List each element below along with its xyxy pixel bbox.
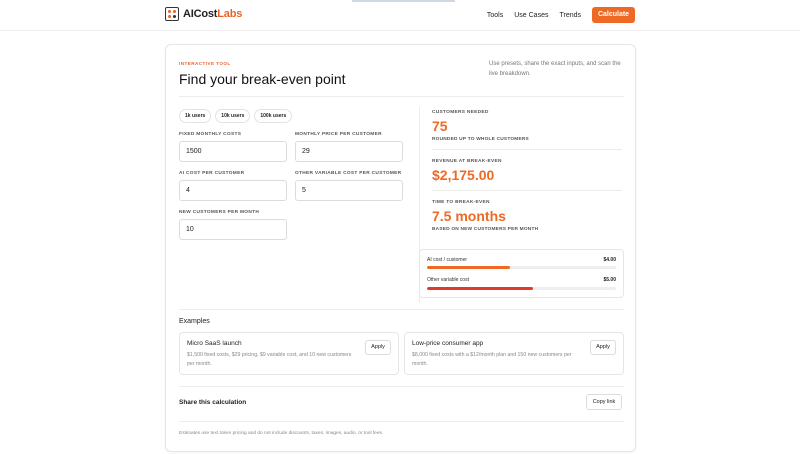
price-label: MONTHLY PRICE PER CUSTOMER — [295, 132, 382, 137]
price-input[interactable]: 29 — [295, 141, 403, 162]
time-label: TIME TO BREAK-EVEN — [432, 200, 490, 205]
preset-100k-users[interactable]: 100k users — [254, 109, 293, 123]
footnote-divider — [179, 421, 624, 422]
nav-use-cases[interactable]: Use Cases — [514, 12, 548, 19]
apply-button[interactable]: Apply — [590, 340, 616, 355]
revenue-label: REVENUE AT BREAK-EVEN — [432, 159, 502, 164]
example-card-micro-saas[interactable]: Micro SaaS launch $1,500 fixed costs, $2… — [179, 332, 399, 375]
calculator-card: INTERACTIVE TOOL Find your break-even po… — [165, 44, 636, 452]
apply-button[interactable]: Apply — [365, 340, 391, 355]
logo-icon — [165, 7, 179, 21]
revenue-value: $2,175.00 — [432, 167, 495, 183]
example-card-consumer-app[interactable]: Low-price consumer app $8,000 fixed cost… — [404, 332, 624, 375]
example-description: $1,500 fixed costs, $29 pricing, $9 vari… — [187, 352, 352, 367]
example-title: Low-price consumer app — [412, 340, 484, 347]
new-customers-input[interactable]: 10 — [179, 219, 287, 240]
preset-1k-users[interactable]: 1k users — [179, 109, 212, 123]
new-customers-label: NEW CUSTOMERS PER MONTH — [179, 210, 260, 215]
header-divider — [179, 96, 624, 97]
other-cost-input[interactable]: 5 — [295, 180, 403, 201]
logo[interactable]: AICostLabs — [165, 7, 242, 21]
example-title: Micro SaaS launch — [187, 340, 242, 347]
examples-divider — [179, 309, 624, 310]
time-note: BASED ON NEW CUSTOMERS PER MONTH — [432, 227, 539, 232]
stat-divider-1 — [432, 149, 622, 150]
fixed-costs-input[interactable]: 1500 — [179, 141, 287, 162]
nav-tools[interactable]: Tools — [487, 12, 503, 19]
time-value: 7.5 months — [432, 208, 506, 224]
cost-breakdown: AI cost / customer $4.00 Other variable … — [419, 249, 624, 298]
share-title: Share this calculation — [179, 399, 247, 406]
breakdown-other-bar-track — [427, 287, 616, 290]
breakdown-ai-bar-track — [427, 266, 616, 269]
breakdown-other-amount: $5.00 — [603, 277, 616, 283]
footnote: Estimates use text token pricing and do … — [179, 431, 384, 436]
stat-divider-2 — [432, 190, 622, 191]
main-nav: Tools Use Cases Trends Calculate — [487, 7, 635, 23]
intro-text: Use presets, share the exact inputs, and… — [489, 61, 621, 77]
calculate-button[interactable]: Calculate — [592, 7, 635, 23]
preset-group: 1k users 10k users 100k users — [179, 109, 296, 123]
example-description: $8,000 fixed costs with a $12/month plan… — [412, 352, 572, 367]
fixed-costs-label: FIXED MONTHLY COSTS — [179, 132, 242, 137]
page-title: Find your break-even point — [179, 71, 346, 87]
customers-needed-value: 75 — [432, 118, 448, 134]
breakdown-ai-bar — [427, 266, 511, 269]
share-divider — [179, 386, 624, 387]
customers-needed-note: ROUNDED UP TO WHOLE CUSTOMERS — [432, 137, 529, 142]
ai-cost-input[interactable]: 4 — [179, 180, 287, 201]
examples-title: Examples — [179, 318, 210, 325]
breakdown-ai-amount: $4.00 — [603, 257, 616, 263]
other-cost-label: OTHER VARIABLE COST PER CUSTOMER — [295, 171, 402, 176]
breakdown-other-label: Other variable cost — [427, 277, 469, 283]
copy-link-button[interactable]: Copy link — [586, 394, 622, 410]
site-header: AICostLabs Tools Use Cases Trends Calcul… — [0, 0, 800, 31]
customers-needed-label: CUSTOMERS NEEDED — [432, 110, 489, 115]
nav-trends[interactable]: Trends — [559, 12, 581, 19]
preset-10k-users[interactable]: 10k users — [215, 109, 251, 123]
logo-text: AICostLabs — [183, 8, 243, 20]
breakdown-other-bar — [427, 287, 533, 290]
ai-cost-label: AI COST PER CUSTOMER — [179, 171, 245, 176]
eyebrow-label: INTERACTIVE TOOL — [179, 61, 231, 66]
breakdown-ai-label: AI cost / customer — [427, 257, 468, 263]
